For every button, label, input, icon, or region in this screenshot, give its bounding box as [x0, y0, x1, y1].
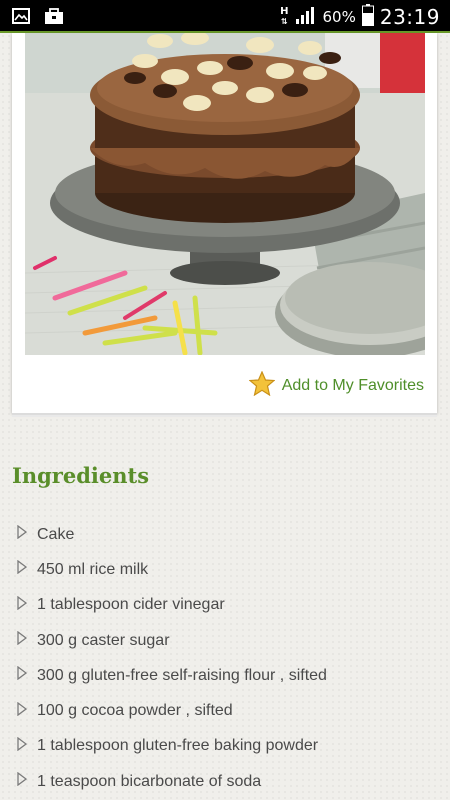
ingredient-text: 1 tablespoon cider vinegar: [37, 596, 225, 614]
ingredient-item: 1 teaspoon bicarbonate of soda: [17, 764, 437, 799]
ingredient-item: 100 g cocoa powder , sifted: [17, 693, 437, 728]
network-arrows-icon: H ⇅: [280, 6, 289, 27]
add-to-favorites-button[interactable]: Add to My Favorites: [248, 370, 424, 400]
recipe-photo: [25, 33, 425, 355]
ingredient-item: 1 tablespoon gluten-free baking powder: [17, 729, 437, 764]
gallery-icon: [12, 8, 30, 29]
ingredient-text: 1 tablespoon gluten-free baking powder: [37, 737, 319, 755]
chevron-right-icon: [17, 595, 37, 615]
add-to-favorites-label: Add to My Favorites: [281, 376, 424, 394]
ingredients-list: Cake 450 ml rice milk 1 tablespoon cider…: [17, 517, 437, 799]
chevron-right-icon: [17, 560, 37, 579]
chevron-right-icon: [17, 524, 37, 544]
chevron-right-icon: [17, 771, 37, 791]
ingredient-item: Cake: [17, 517, 437, 552]
battery-percent: 60%: [322, 8, 356, 26]
ingredients-heading: Ingredients: [12, 463, 150, 488]
battery-icon: [361, 4, 374, 30]
signal-icon: [295, 5, 317, 29]
star-icon: [248, 370, 276, 400]
chevron-right-icon: [17, 701, 37, 721]
chevron-right-icon: [17, 666, 37, 685]
ingredient-text: 300 g caster sugar: [37, 631, 170, 649]
ingredient-item: 1 tablespoon cider vinegar: [17, 588, 437, 623]
chevron-right-icon: [17, 630, 37, 650]
chevron-right-icon: [17, 736, 37, 756]
ingredient-item: 300 g caster sugar: [17, 623, 437, 658]
briefcase-icon: [44, 8, 64, 29]
ingredient-text: 100 g cocoa powder , sifted: [37, 702, 233, 720]
ingredient-text: 1 teaspoon bicarbonate of soda: [37, 772, 262, 790]
ingredient-text: 450 ml rice milk: [37, 560, 149, 578]
status-bar: H ⇅ 60% 23:19: [0, 0, 450, 33]
recipe-card: Add to My Favorites: [12, 33, 437, 413]
ingredient-text: 300 g gluten-free self-raising flour , s…: [37, 666, 327, 684]
ingredient-item: 300 g gluten-free self-raising flour , s…: [17, 658, 437, 693]
ingredient-text: Cake: [37, 525, 75, 543]
ingredient-item: 450 ml rice milk: [17, 552, 437, 587]
clock: 23:19: [379, 5, 440, 29]
